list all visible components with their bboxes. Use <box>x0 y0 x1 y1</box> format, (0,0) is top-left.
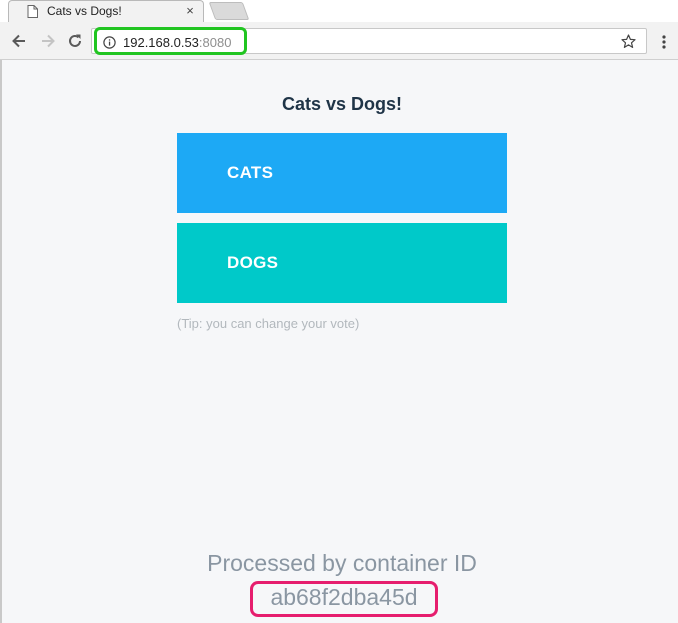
page-title: Cats vs Dogs! <box>281 94 403 114</box>
vote-cats-label: CATS <box>227 163 274 182</box>
processed-by-label: Processed by container ID <box>207 550 477 576</box>
bookmark-star-icon[interactable] <box>621 34 636 49</box>
vote-dogs-button[interactable]: DOGS <box>177 223 507 303</box>
close-icon[interactable]: × <box>183 3 197 18</box>
url-host: 192.168.0.53 <box>123 35 199 50</box>
vote-tip: (Tip: you can change your vote) <box>177 316 360 331</box>
vote-dogs-label: DOGS <box>227 253 279 272</box>
tab-strip: Cats vs Dogs! × <box>0 0 678 22</box>
info-icon[interactable] <box>103 36 116 49</box>
container-id: ab68f2dba45d <box>270 584 418 610</box>
kebab-menu-icon[interactable] <box>659 34 669 50</box>
url-port: :8080 <box>198 35 232 50</box>
vote-cats-button[interactable]: CATS <box>177 133 507 213</box>
forward-arrow-icon[interactable] <box>39 32 57 50</box>
back-arrow-icon[interactable] <box>10 32 28 50</box>
new-tab-button[interactable] <box>208 2 250 20</box>
reload-icon[interactable] <box>66 32 84 50</box>
tab-title: Cats vs Dogs! <box>47 4 122 18</box>
window-edge <box>0 60 2 623</box>
browser-toolbar: 192.168.0.53:8080 <box>0 22 678 60</box>
page-icon <box>27 5 38 18</box>
url-text[interactable]: 192.168.0.53:8080 <box>123 35 231 50</box>
browser-tab[interactable]: Cats vs Dogs! × <box>8 0 204 22</box>
